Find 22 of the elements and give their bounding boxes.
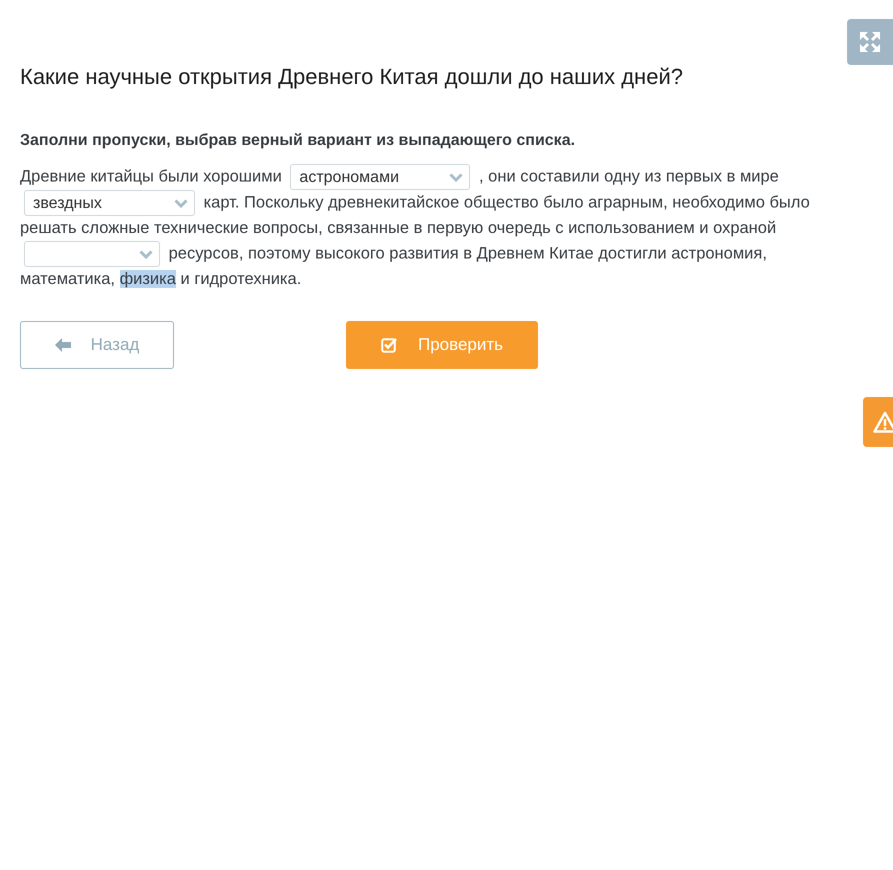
dropdown-select[interactable]: звездных bbox=[24, 190, 195, 216]
passage-text: карт. Поскольку древнекитайское общество было аграрным, необходимо было bbox=[204, 193, 810, 212]
passage-text: решать сложные технические вопросы, связанные в первую очередь с использованием и охраной bbox=[20, 219, 776, 237]
passage-text: , они составили одну из первых в мире bbox=[479, 167, 779, 186]
question-title: Какие научные открытия Древнего Китая дошли до наших дней? bbox=[20, 64, 683, 90]
instruction-text: Заполни пропуски, выбрав верный вариант из выпадающего списка. bbox=[20, 132, 576, 150]
passage-text: Древние китайцы были хорошими bbox=[20, 167, 282, 186]
chevron-down-icon bbox=[139, 250, 153, 258]
report-button[interactable] bbox=[863, 397, 893, 447]
fullscreen-button[interactable] bbox=[847, 19, 893, 65]
arrow-left-icon bbox=[54, 338, 71, 352]
passage-text: физика bbox=[120, 270, 176, 288]
dropdown-select[interactable] bbox=[24, 241, 160, 267]
passage-text: и гидротехника. bbox=[180, 270, 302, 288]
dropdown-select[interactable]: астрономами bbox=[290, 164, 470, 190]
chevron-down-icon bbox=[174, 198, 188, 208]
chevron-down-icon bbox=[449, 172, 464, 182]
warning-icon bbox=[873, 411, 893, 433]
checkbox-icon bbox=[380, 337, 398, 353]
passage-text: ресурсов, поэтому высокого развития в Древнем Китае достигли астрономия, bbox=[168, 244, 767, 262]
passage-text: математика, bbox=[20, 270, 115, 288]
expand-arrows-icon bbox=[858, 30, 882, 54]
